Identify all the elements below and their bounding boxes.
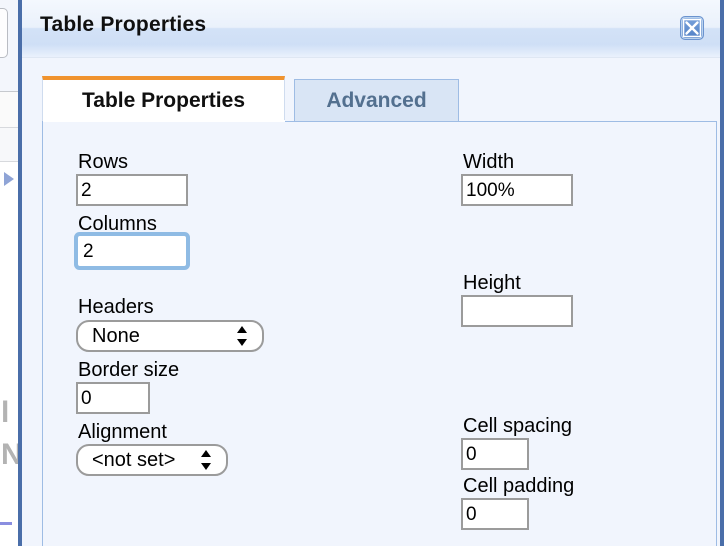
stepper-arrows-icon: [200, 449, 212, 471]
alignment-select[interactable]: <not set>: [76, 444, 228, 476]
headers-label: Headers: [78, 296, 154, 318]
alignment-select-value: <not set>: [92, 448, 176, 471]
cell-padding-label: Cell padding: [463, 475, 575, 497]
headers-select-value: None: [92, 324, 140, 347]
tab-strip: Table Properties Advanced: [22, 58, 720, 122]
background-arrow-icon: [4, 172, 14, 186]
background-rule: [0, 522, 12, 525]
active-tab-merge-notch: [43, 120, 285, 122]
tab-panel-table-properties: Rows 2 Columns 2 Headers None Border siz…: [42, 121, 717, 546]
border-size-label: Border size: [78, 359, 180, 381]
height-input[interactable]: [461, 295, 573, 327]
screen-root: l N Table Properties Table Properties Ad…: [0, 0, 724, 546]
background-toolbar: [0, 0, 20, 92]
cell-spacing-input[interactable]: 0: [461, 438, 529, 470]
cell-padding-input[interactable]: 0: [461, 498, 529, 530]
rows-label: Rows: [78, 151, 129, 173]
alignment-label: Alignment: [78, 421, 167, 443]
height-label: Height: [463, 272, 521, 294]
columns-input[interactable]: 2: [78, 236, 186, 266]
tab-table-properties[interactable]: Table Properties: [42, 76, 285, 122]
headers-select[interactable]: None: [76, 320, 264, 352]
close-icon[interactable]: [680, 16, 704, 40]
background-toolbar-button: [0, 8, 8, 58]
width-label: Width: [463, 151, 515, 173]
tab-advanced[interactable]: Advanced: [294, 79, 459, 122]
background-text-line-1: l: [1, 398, 10, 428]
dialog-titlebar[interactable]: Table Properties: [22, 0, 720, 58]
tab-advanced-label: Advanced: [326, 88, 427, 112]
columns-label: Columns: [78, 213, 157, 235]
tab-table-properties-label: Table Properties: [82, 89, 245, 112]
cell-spacing-label: Cell spacing: [463, 415, 572, 437]
rows-input[interactable]: 2: [76, 174, 188, 206]
table-properties-dialog: Table Properties Table Properties Advanc…: [18, 0, 724, 546]
stepper-arrows-icon: [236, 325, 248, 347]
width-input[interactable]: 100%: [461, 174, 573, 206]
dialog-title: Table Properties: [40, 13, 207, 36]
border-size-input[interactable]: 0: [76, 382, 150, 414]
